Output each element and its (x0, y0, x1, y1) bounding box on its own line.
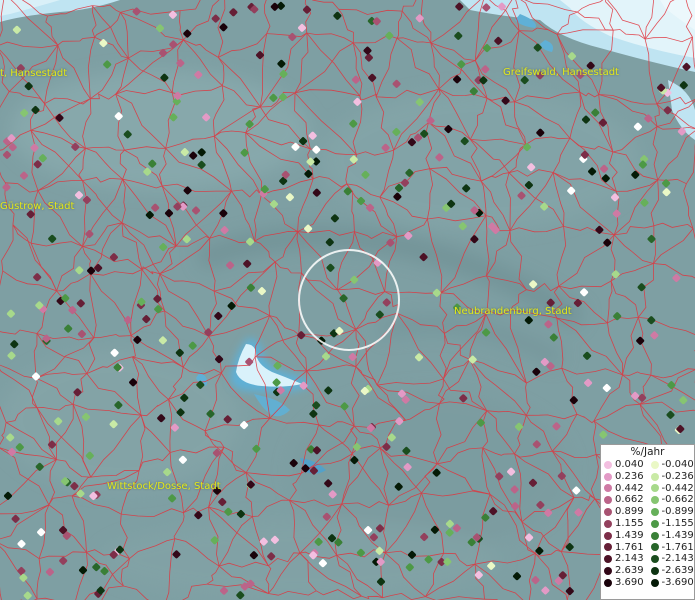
legend-swatch (650, 496, 659, 505)
legend-swatch (604, 555, 612, 564)
legend-value: 1.761 (615, 541, 644, 553)
legend-swatch (604, 578, 612, 587)
legend-entry-positive: 1.761 (601, 542, 648, 554)
legend-entry-positive: 1.155 (601, 518, 648, 530)
legend-value: -0.236 (661, 470, 694, 482)
legend-swatch (650, 543, 659, 552)
legend-entry-negative: -3.690 (648, 577, 695, 589)
legend-value: 0.662 (615, 494, 644, 506)
legend-entry-negative: -1.761 (648, 542, 695, 554)
legend-entry-positive: 0.040 (601, 459, 648, 471)
legend-entry-negative: -2.639 (648, 565, 695, 577)
legend-swatch (650, 555, 659, 564)
legend-value: 1.439 (615, 529, 644, 541)
city-label-guestrow: Güstrow, Stadt (0, 201, 75, 212)
legend-value: 0.236 (615, 470, 644, 482)
legend-swatch (604, 496, 612, 505)
legend-value: -1.439 (661, 529, 694, 541)
legend-value: 0.899 (615, 506, 644, 518)
legend-entry-negative: -0.236 (648, 471, 695, 483)
legend-row: 0.040 -0.040 (601, 459, 694, 471)
legend-row: 1.761 -1.761 (601, 542, 694, 554)
legend-entry-negative: -1.439 (648, 530, 695, 542)
map-legend: %/Jahr 0.040 -0.040 0.236 -0.236 0.442 -0.442… (600, 444, 695, 600)
legend-row: 2.639 -2.639 (601, 565, 694, 577)
legend-value: 2.143 (615, 553, 644, 565)
legend-swatch (650, 578, 659, 587)
legend-entry-positive: 2.639 (601, 565, 648, 577)
legend-swatch (650, 484, 659, 493)
legend-value: 3.690 (615, 576, 644, 588)
legend-entry-positive: 0.236 (601, 471, 648, 483)
legend-row: 0.899 -0.899 (601, 506, 694, 518)
legend-entry-negative: -0.662 (648, 494, 695, 506)
legend-rows: 0.040 -0.040 0.236 -0.236 0.442 -0.442 0.662 -0… (601, 459, 694, 589)
legend-entry-positive: 0.442 (601, 483, 648, 495)
legend-entry-negative: -0.899 (648, 506, 695, 518)
legend-row: 1.155 -1.155 (601, 518, 694, 530)
legend-swatch (604, 508, 612, 517)
legend-row: 0.442 -0.442 (601, 483, 694, 495)
legend-row: 3.690 -3.690 (601, 577, 694, 589)
legend-value: 0.040 (615, 459, 644, 470)
legend-swatch (604, 567, 612, 576)
legend-value: -0.442 (661, 482, 694, 494)
legend-entry-positive: 0.662 (601, 494, 648, 506)
legend-swatch (650, 531, 659, 540)
legend-value: -2.143 (661, 553, 694, 565)
legend-swatch (650, 460, 659, 469)
legend-title: %/Jahr (630, 446, 665, 458)
legend-entry-positive: 2.143 (601, 553, 648, 565)
city-label-hansestadt: t, Hansestadt (0, 68, 68, 79)
legend-row: 0.236 -0.236 (601, 471, 694, 483)
legend-swatch (650, 519, 659, 528)
legend-entry-negative: -2.143 (648, 553, 695, 565)
legend-row: 0.662 -0.662 (601, 494, 694, 506)
legend-value: -1.761 (661, 541, 694, 553)
legend-swatch (604, 484, 612, 493)
legend-value: -1.155 (661, 517, 694, 529)
legend-value: -3.690 (661, 576, 694, 588)
map-canvas[interactable] (0, 0, 695, 600)
legend-row: 1.439 -1.439 (601, 530, 694, 542)
legend-entry-positive: 0.899 (601, 506, 648, 518)
legend-swatch (604, 472, 612, 481)
legend-swatch (650, 508, 659, 517)
city-label-greifswald: Greifswald, Hansestadt (503, 67, 619, 78)
legend-value: 1.155 (615, 517, 644, 529)
legend-value: 2.639 (615, 565, 644, 577)
legend-swatch (604, 543, 612, 552)
legend-swatch (604, 519, 612, 528)
legend-row: 2.143 -2.143 (601, 553, 694, 565)
legend-entry-positive: 1.439 (601, 530, 648, 542)
legend-entry-negative: -0.040 (648, 459, 695, 471)
legend-swatch (650, 567, 659, 576)
city-label-neubrandenburg: Neubrandenburg, Stadt (454, 306, 572, 317)
legend-entry-positive: 3.690 (601, 577, 648, 589)
legend-swatch (604, 531, 612, 540)
legend-entry-negative: -0.442 (648, 483, 695, 495)
legend-swatch (650, 472, 659, 481)
legend-value: -2.639 (661, 565, 694, 577)
legend-value: -0.662 (661, 494, 694, 506)
legend-value: -0.899 (661, 506, 694, 518)
legend-value: -0.040 (661, 459, 694, 470)
legend-swatch (604, 460, 612, 469)
legend-value: 0.442 (615, 482, 644, 494)
legend-entry-negative: -1.155 (648, 518, 695, 530)
city-label-wittstock: Wittstock/Dosse, Stadt (107, 481, 221, 492)
